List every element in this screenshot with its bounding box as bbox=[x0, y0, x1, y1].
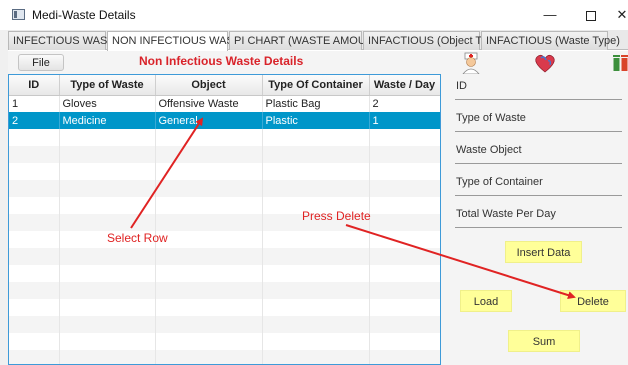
arrow-to-selected-row bbox=[130, 117, 204, 229]
arrow-to-delete-button bbox=[345, 224, 576, 300]
annotation-arrows bbox=[130, 117, 576, 300]
